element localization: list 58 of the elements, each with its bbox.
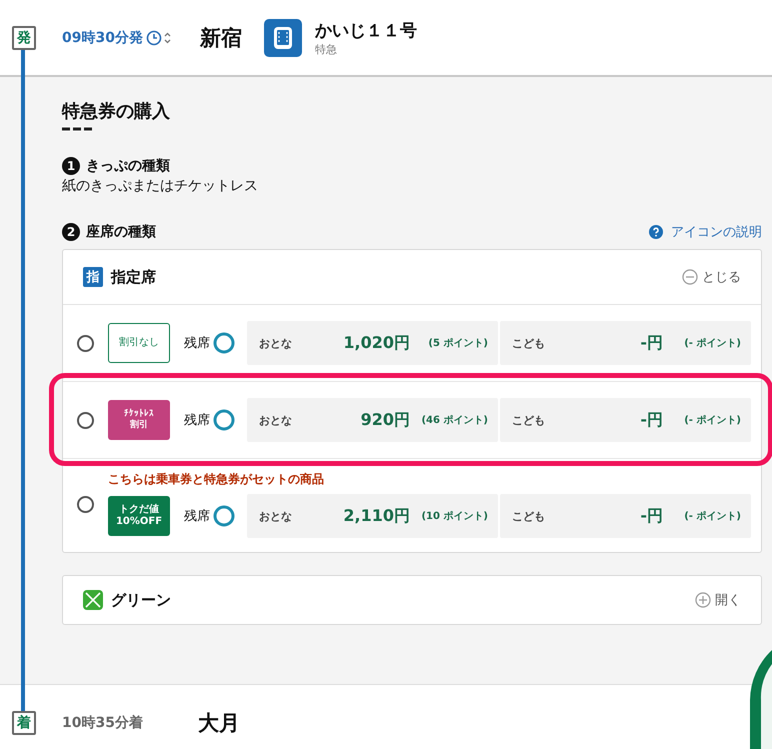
train-name: かいじ１１号 [314, 20, 417, 42]
title-underline-icon [62, 127, 92, 131]
train-type: 特急 [314, 42, 338, 56]
step-label: 座席の種類 [86, 223, 156, 241]
seat-label: 残席 [184, 412, 210, 429]
seat-class-title: 指定席 [111, 268, 156, 286]
floating-button[interactable] [750, 650, 772, 749]
icon-help-link[interactable]: アイコンの説明 [671, 223, 762, 241]
available-circle-icon [213, 505, 235, 527]
passenger-label: こども [512, 508, 546, 524]
reserved-seat-icon: 指 [83, 267, 103, 287]
departure-time: 09時30分発 [62, 28, 143, 46]
step-number: 1 [62, 157, 80, 175]
available-circle-icon [213, 332, 235, 354]
passenger-label: こども [512, 336, 546, 350]
fare-type-badge: 割引なし [108, 323, 170, 363]
passenger-label: おとな [259, 508, 293, 524]
station-name: 新宿 [200, 24, 242, 52]
passenger-label: こども [512, 412, 546, 428]
passenger-label: おとな [259, 412, 293, 428]
price: 1,020円 [343, 332, 410, 354]
points: (- ポイント) [683, 510, 741, 523]
points: (46 ポイント) [420, 414, 488, 427]
fare-type-badge: ﾁｹｯﾄﾚｽ 割引 [108, 400, 170, 440]
section-title: 特急券の購入 [62, 100, 171, 123]
toggle-icon [682, 269, 698, 285]
arrival-time: 10時35分着 [62, 714, 143, 732]
toggle-icon [695, 592, 711, 608]
points: (5 ポイント) [427, 337, 488, 350]
available-circle-icon [213, 409, 235, 431]
departure-mark: 発 [12, 26, 36, 50]
price: 920円 [360, 410, 410, 430]
radio-button[interactable] [77, 412, 94, 428]
ticket-type-value: 紙のきっぷまたはチケットレス [62, 177, 259, 195]
seat-label: 残席 [184, 508, 210, 525]
radio-button[interactable] [77, 334, 94, 352]
seat-class-title: グリーン [111, 590, 171, 610]
step-number: 2 [62, 223, 80, 241]
price: -円 [640, 506, 663, 526]
points: (- ポイント) [683, 414, 741, 427]
toggle-button[interactable]: 開く [695, 591, 741, 609]
step-label: きっぷの種類 [86, 157, 170, 175]
clover-icon [83, 590, 103, 610]
fare-type-badge: トクだ値 10%OFF [108, 496, 170, 536]
passenger-label: おとな [259, 336, 293, 350]
points: (10 ポイント) [420, 510, 488, 523]
price: 2,110円 [343, 506, 410, 526]
price: -円 [640, 332, 663, 354]
station-name: 大月 [198, 710, 240, 737]
help-icon [649, 225, 663, 239]
arrival-mark: 着 [12, 711, 36, 735]
set-product-note: こちらは乗車券と特急券がセットの商品 [108, 471, 325, 488]
toggle-button[interactable]: とじる [682, 268, 741, 286]
points: (- ポイント) [683, 337, 741, 350]
seat-label: 残席 [184, 335, 210, 352]
train-icon [264, 18, 302, 56]
price: -円 [640, 410, 663, 430]
radio-button[interactable] [77, 496, 94, 513]
